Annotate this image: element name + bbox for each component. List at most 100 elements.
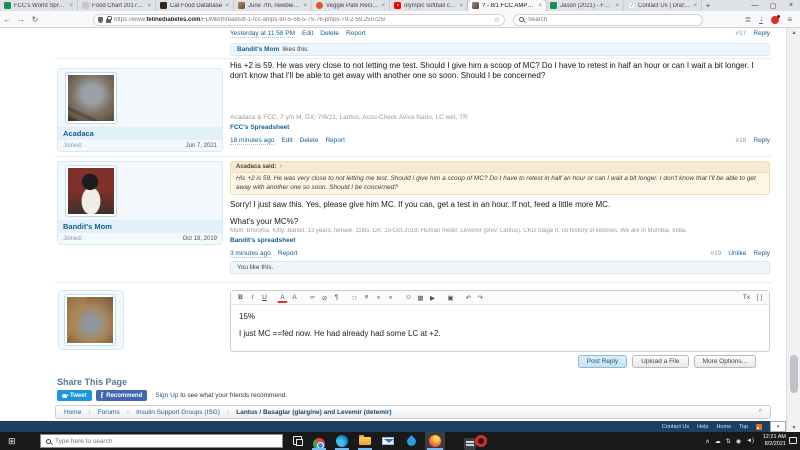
- tab-close-icon[interactable]: ×: [693, 3, 697, 9]
- facebook-recommend-button[interactable]: f Recommend: [95, 390, 148, 401]
- tab-active-fcc-amps[interactable]: ? - 8/1 FCC AMPS 90, +5×: [468, 0, 546, 11]
- breadcrumb-forums[interactable]: Forums: [98, 409, 120, 416]
- tab-youtube[interactable]: olympic softball canada×: [390, 0, 468, 11]
- start-button[interactable]: ⊞: [8, 436, 16, 446]
- tab-veggie-pate[interactable]: Veggie Pate Recipe | Alle×: [312, 0, 390, 11]
- taskbar-search-input[interactable]: [55, 437, 277, 445]
- alignment-icon[interactable]: ¶: [331, 292, 342, 303]
- font-size-icon[interactable]: A: [289, 292, 300, 303]
- breadcrumb-isg[interactable]: Insulin Support Groups (ISG): [136, 409, 220, 416]
- avatar[interactable]: [65, 165, 117, 217]
- tab-june-7th[interactable]: June 7th, newbie - stress×: [234, 0, 312, 11]
- updown-icon[interactable]: ⇅: [726, 438, 731, 445]
- avatar[interactable]: [64, 294, 116, 346]
- url-text[interactable]: https://www.felinediabetes.com/FDMB/thre…: [114, 17, 491, 23]
- tray-expand-caret[interactable]: ∧: [705, 438, 709, 445]
- page-scrollbar[interactable]: ▴ ▾: [786, 28, 800, 432]
- undo-icon[interactable]: ↶: [463, 292, 474, 303]
- close-button[interactable]: ×: [782, 0, 800, 11]
- browser-search-bar[interactable]: [513, 13, 703, 26]
- post-reply-button[interactable]: Post Reply: [577, 355, 628, 368]
- footer-help-link[interactable]: Help: [697, 424, 708, 430]
- bookmark-star-icon[interactable]: ☆: [494, 16, 500, 24]
- tab-cat-food-db[interactable]: Cat Food Database ×: [156, 0, 234, 11]
- quote-jump-arrow[interactable]: ↑: [279, 164, 282, 170]
- reply-link[interactable]: Reply: [753, 250, 770, 257]
- indent-icon[interactable]: »: [385, 292, 396, 303]
- signup-link[interactable]: Sign Up: [155, 392, 178, 399]
- username-link[interactable]: Bandit's Mom: [58, 220, 222, 233]
- breadcrumb-home[interactable]: Home: [64, 409, 81, 416]
- tab-close-icon[interactable]: ×: [381, 3, 385, 9]
- tab-jason-fdmb[interactable]: Jason (2021) - FDMB SS×: [546, 0, 624, 11]
- scroll-up-icon[interactable]: ▴: [787, 29, 800, 36]
- minimize-button[interactable]: —: [746, 0, 764, 11]
- more-options-button[interactable]: More Options...: [693, 355, 756, 368]
- spreadsheet-link[interactable]: FCC's Spreadsheet: [230, 124, 289, 131]
- edge-icon[interactable]: [336, 435, 348, 447]
- mail-icon[interactable]: [382, 435, 394, 447]
- scrollbar-thumb[interactable]: [790, 355, 798, 393]
- outdent-icon[interactable]: «: [373, 292, 384, 303]
- tab-draftkings[interactable]: Contact Us | DraftKings S×: [624, 0, 702, 11]
- italic-icon[interactable]: I: [247, 292, 258, 303]
- browser-search-input[interactable]: [528, 16, 697, 23]
- delete-link[interactable]: Delete: [320, 30, 339, 37]
- image-icon[interactable]: ▦: [415, 292, 426, 303]
- taskbar-clock[interactable]: 12:21 AM 8/2/2021: [756, 434, 786, 448]
- address-bar[interactable]: https://www.felinediabetes.com/FDMB/thre…: [93, 13, 505, 26]
- menu-icon[interactable]: ≡: [787, 15, 792, 24]
- tab-close-icon[interactable]: ×: [69, 3, 73, 9]
- footer-top-link[interactable]: Top: [739, 424, 748, 430]
- avatar[interactable]: [65, 72, 117, 124]
- tab-fcc-spreadsheet[interactable]: FCC's World Spreadsheet×: [0, 0, 78, 11]
- post-timestamp-link[interactable]: Yesterday at 11:58 PM: [230, 30, 296, 38]
- reply-link[interactable]: Reply: [753, 137, 770, 144]
- task-view-icon[interactable]: [293, 436, 303, 446]
- forward-icon[interactable]: →: [14, 15, 28, 24]
- redo-icon[interactable]: ↷: [475, 292, 486, 303]
- edit-link[interactable]: Edit: [281, 137, 292, 144]
- action-center-icon[interactable]: [789, 437, 797, 444]
- unlink-icon[interactable]: ⊘: [319, 292, 330, 303]
- tab-close-icon[interactable]: ×: [225, 3, 229, 9]
- remove-format-icon[interactable]: Tx: [741, 292, 752, 303]
- smilies-icon[interactable]: ☺: [403, 292, 414, 303]
- liker-username-link[interactable]: Bandit's Mom: [237, 46, 279, 53]
- file-explorer-icon[interactable]: [359, 435, 371, 447]
- report-link[interactable]: Report: [325, 137, 345, 144]
- maximize-button[interactable]: ▢: [764, 0, 782, 11]
- footer-home-link[interactable]: Home: [716, 424, 731, 430]
- network-icon[interactable]: ◉: [736, 438, 741, 445]
- bullet-list-icon[interactable]: ∷: [349, 292, 360, 303]
- drafts-icon[interactable]: ▣: [445, 292, 456, 303]
- username-link[interactable]: Acadaca: [58, 127, 222, 140]
- tweet-button[interactable]: Tweet: [57, 390, 92, 401]
- underline-icon[interactable]: U: [259, 292, 270, 303]
- reply-text-area[interactable]: 15% I just MC ==fed now. He had already …: [231, 305, 769, 345]
- post-number[interactable]: #18: [736, 137, 747, 144]
- post-timestamp-link[interactable]: 18 minutes ago: [230, 137, 275, 145]
- post-timestamp-link[interactable]: 3 minutes ago: [230, 250, 271, 258]
- tab-close-icon[interactable]: ×: [459, 3, 463, 9]
- post-number[interactable]: #17: [736, 30, 747, 37]
- firefox-icon[interactable]: [429, 435, 441, 447]
- style-chooser-dropdown[interactable]: ▾: [770, 421, 786, 432]
- unlike-link[interactable]: Unlike: [728, 250, 746, 257]
- post-number[interactable]: #19: [710, 250, 721, 257]
- extension-icon[interactable]: [771, 14, 781, 24]
- rss-icon[interactable]: [756, 423, 762, 430]
- media-icon[interactable]: ▶: [427, 292, 438, 303]
- footer-contact-link[interactable]: Contact Us: [662, 424, 689, 430]
- bold-icon[interactable]: B: [235, 292, 246, 303]
- text-color-icon[interactable]: A: [277, 292, 288, 303]
- breadcrumb-current[interactable]: Lantus / Basaglar (glargine) and Levemir…: [236, 409, 391, 416]
- tab-food-chart[interactable]: Food Chart 2017 FIX NATION×: [78, 0, 156, 11]
- edit-link[interactable]: Edit: [302, 30, 313, 37]
- lock-icon[interactable]: [106, 15, 112, 23]
- library-icon[interactable]: ≣: [745, 15, 752, 24]
- onedrive-icon[interactable]: ☁: [715, 438, 721, 445]
- tab-close-icon[interactable]: ×: [615, 3, 619, 9]
- jump-to-top-icon[interactable]: ^: [759, 409, 762, 416]
- red-app-icon[interactable]: [475, 435, 487, 447]
